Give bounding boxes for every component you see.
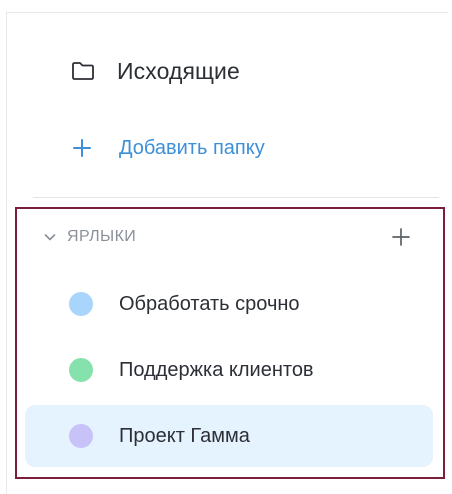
label-color-dot [69, 358, 93, 382]
label-color-dot [69, 424, 93, 448]
labels-section-toggle[interactable]: ЯРЛЫКИ [43, 225, 136, 249]
add-folder-button[interactable]: Добавить папку [71, 131, 265, 165]
label-text: Проект Гамма [119, 424, 250, 447]
label-item[interactable]: Обработать срочно [25, 273, 433, 335]
add-label-button[interactable] [389, 225, 413, 249]
chevron-down-icon [43, 230, 57, 244]
labels-section: ЯРЛЫКИ Обработать срочно Поддержка клиент… [15, 207, 445, 479]
plus-icon [71, 137, 93, 159]
label-item[interactable]: Проект Гамма [25, 405, 433, 467]
label-text: Поддержка клиентов [119, 358, 314, 381]
add-folder-label: Добавить папку [119, 136, 265, 159]
folder-item-outbox[interactable]: Исходящие [71, 55, 240, 87]
label-color-dot [69, 292, 93, 316]
label-item[interactable]: Поддержка клиентов [25, 339, 433, 401]
section-divider [33, 197, 439, 198]
folder-label: Исходящие [117, 57, 240, 84]
plus-icon [391, 227, 411, 247]
label-text: Обработать срочно [119, 292, 300, 315]
folder-icon [71, 60, 95, 82]
labels-section-title: ЯРЛЫКИ [67, 228, 137, 245]
